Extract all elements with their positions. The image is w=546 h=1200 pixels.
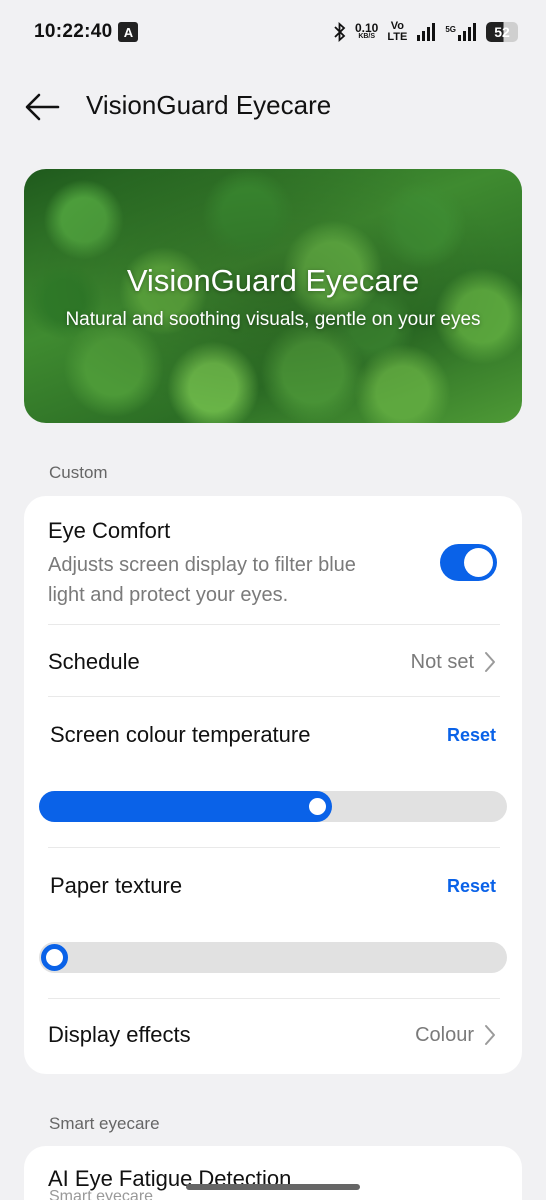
signal-5g-icon bbox=[457, 23, 477, 41]
battery-icon: 52 bbox=[486, 22, 518, 42]
paper-texture-reset-button[interactable]: Reset bbox=[447, 876, 496, 897]
bluetooth-icon bbox=[334, 22, 346, 42]
paper-texture-slider[interactable] bbox=[39, 942, 507, 973]
back-button[interactable] bbox=[22, 88, 62, 126]
eye-comfort-toggle[interactable] bbox=[440, 544, 497, 581]
schedule-title: Schedule bbox=[48, 649, 140, 674]
a-app-icon: A bbox=[118, 22, 139, 42]
banner-subtitle: Natural and soothing visuals, gentle on … bbox=[65, 309, 481, 330]
signal-icon bbox=[416, 23, 436, 41]
network-speed: 0.10 KB/S bbox=[355, 21, 379, 41]
custom-settings-card: Eye Comfort Adjusts screen display to fi… bbox=[24, 496, 522, 1074]
eye-comfort-title: Eye Comfort bbox=[48, 518, 171, 543]
display-effects-value: Colour bbox=[415, 1024, 474, 1046]
section-label-custom: Custom bbox=[49, 463, 108, 482]
colour-temperature-slider[interactable] bbox=[39, 791, 507, 822]
paper-texture-title: Paper texture bbox=[50, 873, 183, 898]
divider bbox=[48, 624, 500, 625]
page-title: VisionGuard Eyecare bbox=[86, 90, 332, 120]
schedule-value: Not set bbox=[410, 651, 474, 673]
status-time: 10:22:40 bbox=[34, 21, 113, 42]
volte-indicator: Vo LTE bbox=[387, 21, 407, 43]
divider bbox=[48, 847, 500, 848]
chevron-right-icon bbox=[485, 652, 495, 672]
colour-temperature-reset-button[interactable]: Reset bbox=[447, 725, 496, 746]
divider bbox=[48, 696, 500, 697]
5g-label: 5G bbox=[445, 25, 456, 34]
network-speed-unit: KB/S bbox=[358, 33, 376, 40]
section-label-smart-eyecare: Smart eyecare bbox=[49, 1114, 160, 1133]
divider bbox=[48, 998, 500, 999]
slider-thumb[interactable] bbox=[303, 793, 331, 820]
chevron-right-icon bbox=[485, 1025, 495, 1045]
status-icons: 0.10 KB/S Vo LTE 5G 52 bbox=[334, 21, 518, 43]
smart-eyecare-ghost-label: Smart eyecare bbox=[49, 1188, 154, 1200]
hero-banner: VisionGuard Eyecare Natural and soothing… bbox=[24, 169, 522, 423]
back-arrow-icon bbox=[25, 93, 60, 121]
app-header: VisionGuard Eyecare bbox=[0, 70, 546, 144]
slider-thumb[interactable] bbox=[41, 944, 68, 971]
display-effects-title: Display effects bbox=[48, 1022, 191, 1047]
colour-temperature-title: Screen colour temperature bbox=[50, 722, 311, 747]
volte-bottom: LTE bbox=[387, 31, 408, 43]
banner-title: VisionGuard Eyecare bbox=[126, 263, 420, 298]
home-indicator[interactable] bbox=[186, 1184, 360, 1190]
status-bar: 10:22:40 A 0.10 KB/S Vo LTE 5G 52 bbox=[0, 0, 546, 64]
eye-comfort-description: Adjusts screen display to filter blue li… bbox=[48, 554, 356, 606]
slider-fill bbox=[39, 791, 332, 822]
toggle-knob bbox=[464, 548, 493, 577]
network-speed-value: 0.10 bbox=[355, 21, 379, 35]
